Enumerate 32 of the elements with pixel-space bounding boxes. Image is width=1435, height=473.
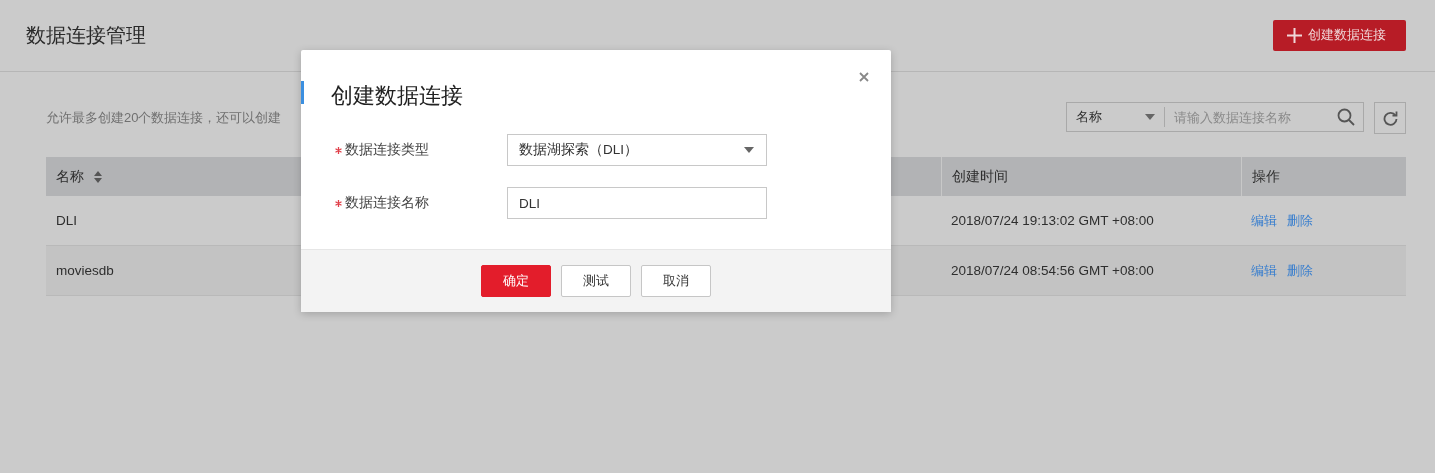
hint-text: 允许最多创建20个数据连接，还可以创建	[46, 109, 282, 127]
field-label: 数据连接类型	[345, 141, 429, 159]
sort-icon[interactable]	[94, 170, 102, 183]
required-icon	[335, 146, 342, 154]
dialog-title: 创建数据连接	[331, 82, 463, 110]
column-header: 名称	[56, 167, 84, 186]
table-cell: 2018/07/24 19:13:02 GMT +08:00	[951, 213, 1154, 228]
column-header: 操作	[1252, 167, 1280, 186]
create-connection-button[interactable]: 创建数据连接	[1273, 19, 1406, 51]
caret-icon	[1145, 114, 1155, 120]
close-button[interactable]	[859, 72, 869, 82]
type-select[interactable]: 数据湖探索（DLI）	[507, 134, 767, 166]
table-cell: 2018/07/24 08:54:56 GMT +08:00	[951, 263, 1154, 278]
column-header: 创建时间	[952, 167, 1008, 186]
page-title: 数据连接管理	[26, 23, 146, 48]
refresh-button[interactable]	[1374, 102, 1406, 134]
field-label: 数据连接名称	[345, 194, 429, 212]
caret-icon	[744, 147, 754, 153]
dialog-button[interactable]: 取消	[641, 265, 711, 297]
name-input[interactable]: DLI	[507, 187, 767, 219]
table-cell: DLI	[56, 213, 77, 228]
required-icon	[335, 199, 342, 207]
title-accent	[301, 81, 304, 104]
refresh-icon	[1382, 110, 1398, 126]
table-cell: moviesdb	[56, 263, 114, 278]
filter-select[interactable]: 名称	[1076, 108, 1102, 126]
confirm-button[interactable]: 确定	[481, 265, 551, 297]
search-field[interactable]: 名称 请输入数据连接名称	[1066, 102, 1364, 132]
plus-icon	[1287, 27, 1302, 43]
dialog-button[interactable]: 测试	[561, 265, 631, 297]
search-icon[interactable]	[1337, 108, 1355, 126]
close-icon	[859, 72, 869, 82]
